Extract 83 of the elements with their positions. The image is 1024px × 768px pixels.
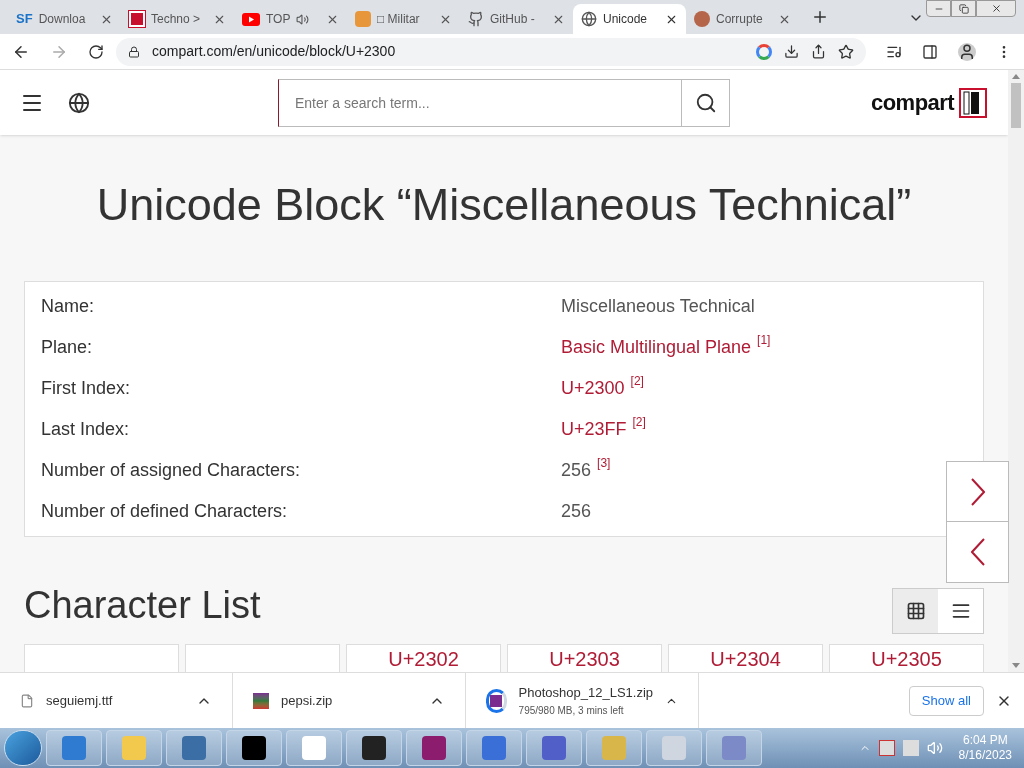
globe-icon xyxy=(581,11,597,27)
bookmark-icon[interactable] xyxy=(838,43,854,60)
property-label: Name: xyxy=(41,295,95,319)
browser-tab[interactable]: Unicode xyxy=(573,4,686,34)
character-card[interactable]: U+2305 xyxy=(829,644,984,672)
show-all-button[interactable]: Show all xyxy=(908,685,984,716)
file-name: seguiemj.ttf xyxy=(46,691,114,710)
archive-icon xyxy=(253,692,269,709)
tab-title: GitHub - xyxy=(490,11,535,28)
side-panel-icon[interactable] xyxy=(922,43,938,60)
tab-title: Downloa xyxy=(38,11,86,28)
compart-logo[interactable]: compart xyxy=(871,86,988,119)
tab-title: Corrupte xyxy=(716,11,763,28)
tab-title: TOP xyxy=(266,11,291,28)
footnote-link[interactable]: [3] xyxy=(597,457,611,470)
property-value: 256 xyxy=(561,500,592,524)
footnote-link[interactable]: [2] xyxy=(630,375,644,388)
footnote-link[interactable]: [2] xyxy=(632,416,646,429)
browser-tab[interactable]: TOP xyxy=(234,4,347,34)
download-progress-icon xyxy=(486,688,507,713)
speaker-icon[interactable] xyxy=(926,740,943,756)
property-label: Number of assigned Characters: xyxy=(41,459,302,483)
download-status: 795/980 MB, 3 mins left xyxy=(518,703,625,718)
browser-tab[interactable]: SF Downloa xyxy=(8,4,121,34)
tab-logo: SF xyxy=(16,10,33,29)
search-icon xyxy=(694,91,717,114)
scroll-up-icon[interactable] xyxy=(1012,74,1020,79)
browser-tab[interactable]: Corrupte xyxy=(686,4,799,34)
scroll-down-icon[interactable] xyxy=(1012,663,1020,668)
language-icon[interactable] xyxy=(68,91,90,114)
grid-view-button[interactable] xyxy=(893,589,938,634)
restore-icon xyxy=(958,3,969,14)
browser-tab[interactable]: Techno > xyxy=(121,4,234,34)
new-tab-icon[interactable] xyxy=(811,8,829,26)
character-card[interactable]: U+2302 xyxy=(346,644,501,672)
tab-title: Unicode xyxy=(603,11,648,28)
tab-title: □ Militar xyxy=(377,11,420,28)
share-icon[interactable] xyxy=(811,44,826,59)
square-icon xyxy=(129,11,145,27)
file-icon xyxy=(20,693,34,708)
clock-date: 8/16/2023 xyxy=(958,748,1012,763)
browser-tab[interactable]: GitHub - xyxy=(460,4,573,34)
lock-icon xyxy=(128,45,140,58)
character-card[interactable]: U+2303 xyxy=(507,644,662,672)
tab-title: Techno > xyxy=(151,11,201,28)
property-link[interactable]: Basic Multilingual Plane xyxy=(561,334,752,362)
property-label: Plane: xyxy=(41,336,94,360)
property-label: First Index: xyxy=(41,377,132,401)
restore-button[interactable] xyxy=(951,0,976,17)
profile-icon[interactable] xyxy=(958,42,976,61)
taskbar-app-icon[interactable] xyxy=(346,730,402,766)
property-label: Last Index: xyxy=(41,418,131,442)
install-icon[interactable] xyxy=(784,44,799,59)
property-label: Number of defined Characters: xyxy=(41,500,289,524)
search-field[interactable]: Enter a search term... xyxy=(278,78,682,127)
scrollbar-thumb[interactable] xyxy=(1011,83,1021,128)
property-link[interactable]: U+23FF xyxy=(561,416,627,444)
file-name: Photoshop_12_LS1.zip xyxy=(518,684,654,703)
close-icon xyxy=(990,3,1002,14)
start-button[interactable] xyxy=(4,730,42,766)
grid-icon xyxy=(905,601,926,622)
page-title: Unicode Block “Miscellaneous Technical” xyxy=(95,178,913,232)
property-value: Miscellaneous Technical xyxy=(561,295,755,319)
chevron-right-icon xyxy=(970,477,985,506)
browser-tab[interactable]: □ Militar xyxy=(347,4,460,34)
taskbar-app-icon[interactable] xyxy=(226,730,282,766)
reload-icon[interactable] xyxy=(88,43,104,60)
cat-icon xyxy=(468,11,484,27)
google-icon[interactable] xyxy=(756,43,772,60)
chevron-left-icon xyxy=(970,538,985,566)
search-button[interactable] xyxy=(682,78,730,127)
clock-time: 6:04 PM xyxy=(962,733,1008,748)
footnote-link[interactable]: [1] xyxy=(757,334,771,347)
section-title: Character List xyxy=(24,583,261,629)
play-icon xyxy=(242,12,260,26)
character-card[interactable]: U+2304 xyxy=(668,644,823,672)
url-text: compart.com/en/unicode/block/U+2300 xyxy=(152,42,396,61)
taskbar-app-icon[interactable] xyxy=(406,730,462,766)
file-name: pepsi.zip xyxy=(281,691,334,710)
address-bar[interactable]: compart.com/en/unicode/block/U+2300 xyxy=(116,37,866,66)
property-value: 256 xyxy=(561,459,592,483)
scrollbar[interactable] xyxy=(1008,70,1024,672)
property-link[interactable]: U+2300 xyxy=(561,375,625,403)
